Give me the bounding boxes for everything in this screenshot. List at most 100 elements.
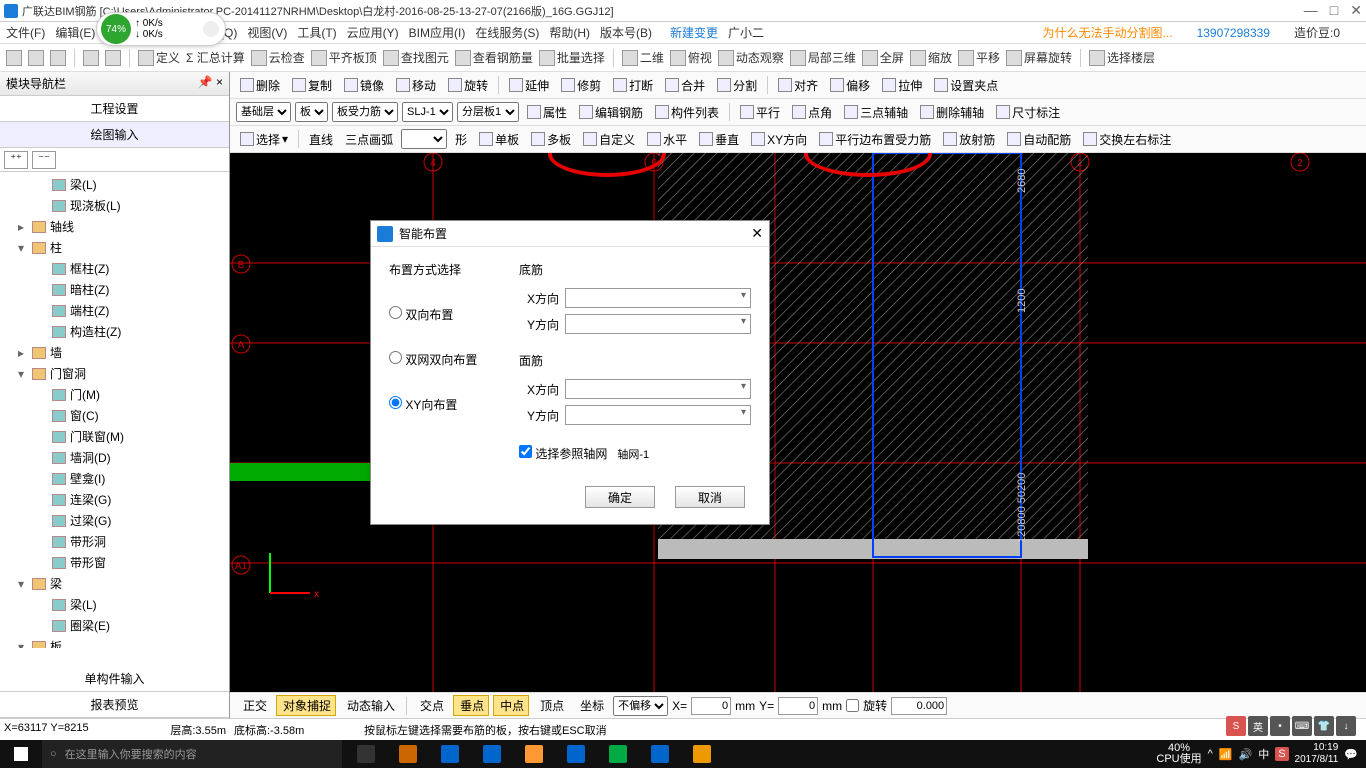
task-item[interactable] [640,740,680,768]
tray-net-icon[interactable]: 📶 [1219,748,1233,761]
cancel-button[interactable]: 取消 [675,486,745,508]
batchsel-btn[interactable]: 批量选择 [539,49,605,66]
undo-icon[interactable] [83,50,99,66]
paralleledge-btn[interactable]: 平行边布置受力筋 [815,129,935,150]
ref-axis-combo[interactable]: 轴网-1 [613,446,733,462]
menu-cloud[interactable]: 云应用(Y) [347,24,399,41]
top-x-combo[interactable] [565,379,751,399]
cloudcheck-btn[interactable]: 云检查 [251,49,305,66]
move-btn[interactable]: 移动 [392,75,440,96]
orbit-btn[interactable]: 动态观察 [718,49,784,66]
offset-select[interactable]: 不偏移 [613,696,668,716]
menu-bim[interactable]: BIM应用(I) [409,24,466,41]
save-icon[interactable] [50,50,66,66]
select-btn[interactable]: 选择 ▾ [236,129,292,150]
multi-slab-btn[interactable]: 多板 [527,129,575,150]
single-slab-btn[interactable]: 单板 [475,129,523,150]
menu-version[interactable]: 版本号(B) [600,24,652,41]
tray-sogou-icon[interactable]: S [1275,747,1288,761]
radio-twoway[interactable]: 双向布置 [389,306,499,323]
fullscreen-btn[interactable]: 全屏 [862,49,904,66]
menu-newchange[interactable]: 新建变更 [670,24,718,41]
tree-node[interactable]: 门(M) [0,384,229,405]
tree-node[interactable]: 带形窗 [0,552,229,573]
tree-node[interactable]: 带形洞 [0,531,229,552]
ime-bar[interactable]: S英 •⌨ 👕↓ [1226,716,1356,736]
complist-btn[interactable]: 构件列表 [651,102,723,123]
tree-node[interactable]: 连梁(G) [0,489,229,510]
tree-node[interactable]: ▸轴线 [0,216,229,237]
redo-icon[interactable] [105,50,121,66]
radio-xy[interactable]: XY向布置 [389,396,499,413]
int-toggle[interactable]: 交点 [413,695,449,716]
panel-single-input[interactable]: 单构件输入 [0,666,229,692]
tree-node[interactable]: 过梁(G) [0,510,229,531]
align-btn[interactable]: 对齐 [774,75,822,96]
delete-btn[interactable]: 删除 [236,75,284,96]
task-item[interactable] [388,740,428,768]
split-btn[interactable]: 分割 [713,75,761,96]
panel-draw-input[interactable]: 绘图输入 [0,122,229,148]
extend-btn[interactable]: 延伸 [505,75,553,96]
tree-node[interactable]: 框柱(Z) [0,258,229,279]
y-input[interactable] [778,697,818,715]
minimize-icon[interactable]: — [1304,2,1318,19]
swapdim-btn[interactable]: 交换左右标注 [1079,129,1175,150]
find-btn[interactable]: 查找图元 [383,49,449,66]
task-item[interactable] [472,740,512,768]
horiz-btn[interactable]: 水平 [643,129,691,150]
top-toggle[interactable]: 顶点 [533,695,569,716]
3ptaux-btn[interactable]: 三点辅轴 [840,102,912,123]
parallel-btn[interactable]: 平行 [736,102,784,123]
panel-report[interactable]: 报表预览 [0,692,229,718]
selfloor-btn[interactable]: 选择楼层 [1089,49,1155,66]
task-item[interactable] [598,740,638,768]
shape-btn[interactable]: 形 [451,129,471,150]
tab-plus[interactable]: ⁺⁺ [4,151,28,169]
ref-axis-check[interactable]: 选择参照轴网 [519,445,607,462]
panel-proj-settings[interactable]: 工程设置 [0,96,229,122]
tree-node[interactable]: 端柱(Z) [0,300,229,321]
topview-btn[interactable]: 俯视 [670,49,712,66]
scrrot-btn[interactable]: 屏幕旋转 [1006,49,1072,66]
task-item[interactable] [346,740,386,768]
phone-label[interactable]: 13907298339 [1197,26,1270,40]
leveltop-btn[interactable]: 平齐板顶 [311,49,377,66]
define-btn[interactable]: 定义 [138,49,180,66]
tray-up-icon[interactable]: ^ [1208,748,1213,760]
bottom-x-combo[interactable] [565,288,751,308]
task-item[interactable] [556,740,596,768]
task-item[interactable] [682,740,722,768]
notif-icon[interactable]: 💬 [1344,748,1358,761]
tree-node[interactable]: ▾柱 [0,237,229,258]
menu-help[interactable]: 帮助(H) [549,24,590,41]
viewrebar-btn[interactable]: 查看钢筋量 [455,49,533,66]
tree-node[interactable]: 墙洞(D) [0,447,229,468]
line-btn[interactable]: 直线 [305,129,337,150]
top-y-combo[interactable] [565,405,751,425]
autorebar-btn[interactable]: 自动配筋 [1003,129,1075,150]
mid-toggle[interactable]: 中点 [493,695,529,716]
tree-node[interactable]: 梁(L) [0,594,229,615]
osnap-toggle[interactable]: 对象捕捉 [276,695,336,716]
local3d-btn[interactable]: 局部三维 [790,49,856,66]
menu-tools[interactable]: 工具(T) [297,24,336,41]
merge-btn[interactable]: 合并 [661,75,709,96]
arc3pt-btn[interactable]: 三点画弧 [341,129,397,150]
vert-btn[interactable]: 垂直 [695,129,743,150]
start-button[interactable] [0,740,42,768]
tip-link[interactable]: 为什么无法手动分割图... [1043,24,1173,41]
type-select[interactable]: 板受力筋 [332,102,398,122]
grip-btn[interactable]: 设置夹点 [930,75,1002,96]
shape-blank-select[interactable] [401,129,447,149]
perf-widget[interactable]: 74% ↑ 0K/s↓ 0K/s [96,12,226,46]
maximize-icon[interactable]: □ [1330,2,1338,19]
taskbar-clock[interactable]: 10:192017/8/11 [1295,742,1339,766]
tree-node[interactable]: 构造柱(Z) [0,321,229,342]
layer-select[interactable]: 分层板1 [457,102,519,122]
menu-online[interactable]: 在线服务(S) [475,24,539,41]
delaux-btn[interactable]: 删除辅轴 [916,102,988,123]
prop-btn[interactable]: 属性 [523,102,571,123]
tree-node[interactable]: ▾梁 [0,573,229,594]
radio-doublenet[interactable]: 双网双向布置 [389,351,499,368]
